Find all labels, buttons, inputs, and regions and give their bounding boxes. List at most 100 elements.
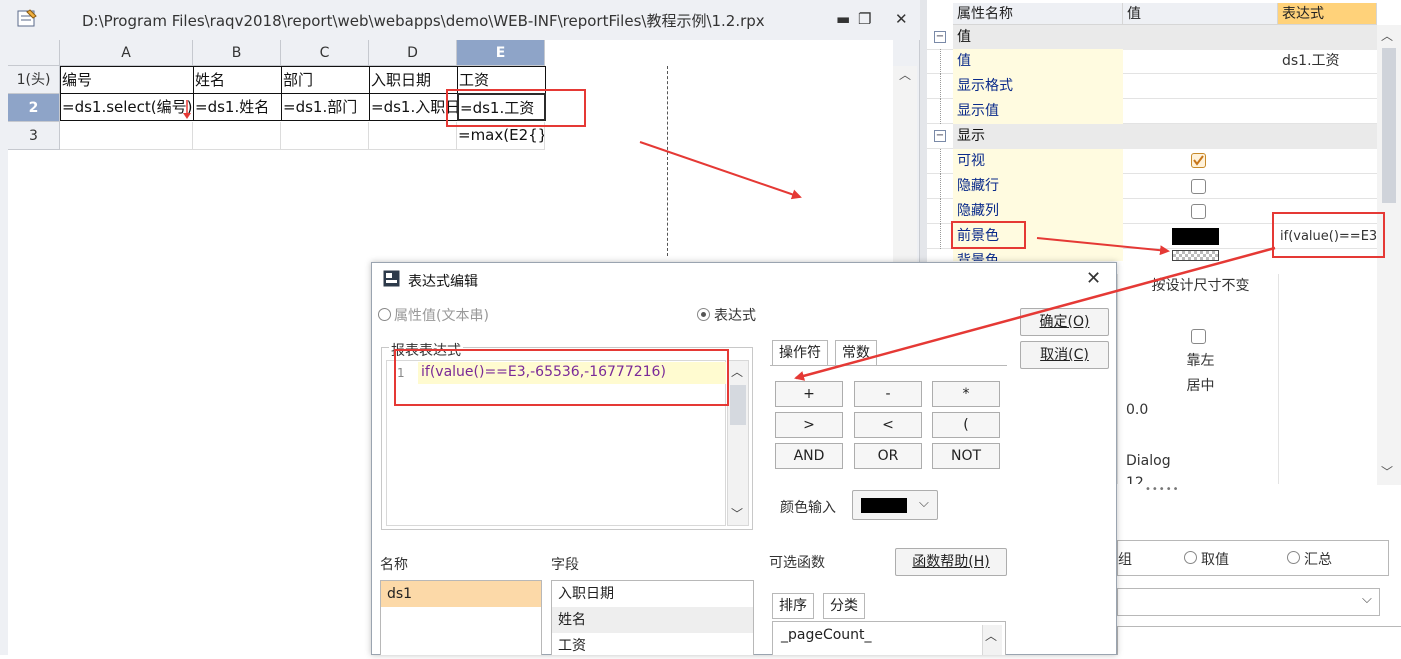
prop-checkbox[interactable] (1191, 329, 1206, 344)
visible-checkbox[interactable] (1191, 153, 1206, 168)
prop-name-display-value: 显示值 (953, 99, 1123, 124)
name-label: 名称 (380, 557, 408, 573)
row-header-3[interactable]: 3 (8, 122, 60, 150)
tab-sort[interactable]: 排序 (772, 593, 814, 619)
function-item[interactable]: _pageCount_ (773, 622, 1005, 648)
op-paren-button[interactable]: ( (932, 412, 1000, 438)
hide-row-checkbox[interactable] (1191, 179, 1206, 194)
prop-expr-value[interactable]: ds1.工资 (1278, 49, 1377, 74)
prop-value-align-v[interactable]: 居中 (1123, 374, 1278, 399)
aggregate-radio-group (1117, 540, 1389, 576)
op-minus-button[interactable]: - (854, 381, 922, 407)
radio-value[interactable] (1184, 551, 1197, 564)
scroll-up-icon[interactable]: ︿ (731, 363, 743, 380)
cell-a1[interactable]: 编号 (60, 66, 194, 94)
functions-label: 可选函数 (769, 555, 825, 571)
radio-expression[interactable] (697, 308, 710, 321)
prop-name-display-format: 显示格式 (953, 74, 1123, 99)
cell-a2[interactable]: =ds1.select(编号) (60, 93, 194, 121)
cell-d3[interactable] (369, 122, 457, 150)
row-header-2[interactable]: 2 (8, 94, 60, 122)
radio-text-value[interactable] (378, 308, 391, 321)
prop-value-size-mode[interactable]: 按设计尺寸不变 (1123, 274, 1278, 299)
col-header-c[interactable]: C (281, 40, 369, 66)
prop-group-display[interactable]: − 显示 (927, 124, 1377, 149)
prop-value-font-size[interactable]: 12 (1123, 474, 1278, 484)
cell-c2[interactable]: =ds1.部门 (281, 93, 370, 121)
tab-operators[interactable]: 操作符 (772, 340, 828, 366)
col-header-d[interactable]: D (369, 40, 457, 66)
field-list[interactable]: 入职日期 姓名 工资 (551, 580, 754, 655)
prop-group-display-label: 显示 (953, 124, 1377, 149)
tab-constants[interactable]: 常数 (835, 340, 877, 366)
prop-row-display-format[interactable]: 显示格式 (927, 74, 1377, 99)
close-icon[interactable]: ✕ (895, 10, 908, 28)
prop-row-visible[interactable]: 可视 (927, 149, 1377, 174)
field-item[interactable]: 工资 (552, 633, 753, 659)
prop-value-font[interactable]: Dialog (1123, 449, 1278, 474)
cell-c1[interactable]: 部门 (281, 66, 370, 94)
color-input-select[interactable]: ⌵ (852, 490, 938, 520)
ok-button[interactable]: 确定(O) (1020, 308, 1109, 336)
radio-label-text-value: 属性值(文本串) (394, 308, 489, 324)
cell-d1[interactable]: 入职日期 (369, 66, 458, 94)
foreground-color-swatch[interactable] (1172, 228, 1219, 245)
editor-scroll-thumb[interactable] (730, 385, 746, 425)
scroll-up-icon[interactable]: ︿ (1381, 27, 1393, 44)
op-plus-button[interactable]: + (775, 381, 843, 407)
aggregate-select[interactable] (1117, 588, 1380, 616)
op-and-button[interactable]: AND (775, 443, 843, 469)
resize-grip[interactable]: ••••• (1145, 484, 1180, 495)
sheet-corner[interactable] (8, 40, 60, 66)
function-list[interactable]: _pageCount_ (772, 621, 1006, 655)
cell-a3[interactable] (60, 122, 193, 150)
scroll-down-icon[interactable]: ﹀ (731, 505, 743, 522)
background-color-swatch[interactable] (1172, 250, 1219, 261)
function-help-button[interactable]: 函数帮助(H) (895, 548, 1007, 576)
close-icon[interactable]: ✕ (1086, 268, 1101, 289)
restore-icon[interactable]: ❐ (858, 10, 871, 28)
cell-b1[interactable]: 姓名 (193, 66, 282, 94)
prop-name-visible: 可视 (953, 149, 1123, 174)
tab-category[interactable]: 分类 (823, 593, 865, 619)
cell-c3[interactable] (281, 122, 369, 150)
property-scroll-thumb[interactable] (1382, 48, 1396, 203)
prop-group-value[interactable]: − 值 (927, 25, 1377, 50)
op-greater-button[interactable]: > (775, 412, 843, 438)
cell-b3[interactable] (193, 122, 281, 150)
col-header-a[interactable]: A (60, 40, 193, 66)
cell-b2[interactable]: =ds1.姓名 (193, 93, 282, 121)
cancel-button[interactable]: 取消(C) (1020, 341, 1109, 369)
row-header-1[interactable]: 1(头) (8, 66, 60, 94)
minimize-icon[interactable]: ▬ (836, 10, 850, 28)
report-vertical-scrollbar[interactable] (893, 66, 917, 286)
chevron-down-icon[interactable]: ⌵ (1362, 592, 1372, 607)
radio-summary[interactable] (1287, 551, 1300, 564)
prop-row-value[interactable]: 值 ds1.工资 (927, 49, 1377, 74)
prop-group-value-label: 值 (953, 25, 1377, 50)
report-file-icon (17, 9, 37, 27)
prop-value-align-h[interactable]: 靠左 (1123, 349, 1278, 374)
op-less-button[interactable]: < (854, 412, 922, 438)
col-header-b[interactable]: B (193, 40, 281, 66)
op-not-button[interactable]: NOT (932, 443, 1000, 469)
cell-d2[interactable]: =ds1.入职日期 (369, 93, 458, 121)
scroll-up-icon[interactable]: ︿ (985, 627, 997, 644)
col-header-e[interactable]: E (457, 40, 545, 66)
dataset-list[interactable]: ds1 (380, 580, 542, 655)
prop-value-indent[interactable]: 0.0 (1123, 398, 1278, 423)
dataset-item[interactable]: ds1 (381, 581, 541, 607)
hide-col-checkbox[interactable] (1191, 204, 1206, 219)
collapse-icon[interactable]: − (934, 130, 946, 142)
scroll-down-icon[interactable]: ﹀ (1381, 463, 1393, 480)
field-item[interactable]: 入职日期 (552, 581, 753, 607)
op-or-button[interactable]: OR (854, 443, 922, 469)
scroll-up-icon[interactable]: ︿ (896, 66, 914, 84)
collapse-icon[interactable]: − (934, 31, 946, 43)
radio-label-summary: 汇总 (1304, 552, 1332, 568)
prop-row-display-value[interactable]: 显示值 (927, 99, 1377, 124)
field-item[interactable]: 姓名 (552, 607, 753, 633)
prop-row-hide-row[interactable]: 隐藏行 (927, 174, 1377, 199)
dialog-app-icon (383, 270, 400, 287)
op-multiply-button[interactable]: * (932, 381, 1000, 407)
